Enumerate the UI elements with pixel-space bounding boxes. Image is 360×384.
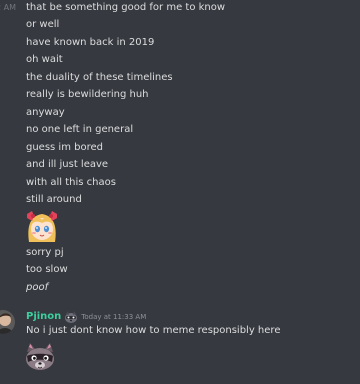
message-line: poof	[26, 282, 49, 293]
message-line: really is bewildering huh	[26, 89, 149, 100]
message-line: oh wait	[26, 54, 63, 65]
message-line: no one left in general	[26, 124, 134, 135]
message-timestamp: 2 AM	[0, 3, 17, 12]
raccoon-badge-icon	[65, 311, 78, 323]
user-avatar[interactable]	[0, 310, 15, 334]
message-line: and ill just leave	[26, 159, 109, 170]
message-header: Pjinon Today at 11:33 AM	[26, 310, 146, 324]
message-timestamp: Today at 11:33 AM	[81, 313, 147, 321]
message-line: the duality of these timelines	[26, 72, 173, 83]
message-line: or well	[26, 19, 60, 30]
message-line: sorry pj	[26, 247, 64, 258]
message-line: too slow	[26, 264, 68, 275]
avatar-image	[0, 310, 15, 334]
message-line: that be something good for me to know	[26, 2, 226, 13]
author-name[interactable]: Pjinon	[26, 310, 61, 324]
message-line: No i just dont know how to meme responsi…	[26, 325, 281, 336]
message-line: anyway	[26, 107, 65, 118]
message-line: with all this chaos	[26, 177, 116, 188]
chat-log: 2 AM that be something good for me to kn…	[0, 0, 360, 384]
message-line: have known back in 2019	[26, 37, 155, 48]
message-line: guess im bored	[26, 142, 103, 153]
message-line: still around	[26, 194, 82, 205]
raccoon-sticker-icon	[26, 343, 54, 370]
anime-girl-emote-icon	[25, 208, 59, 244]
